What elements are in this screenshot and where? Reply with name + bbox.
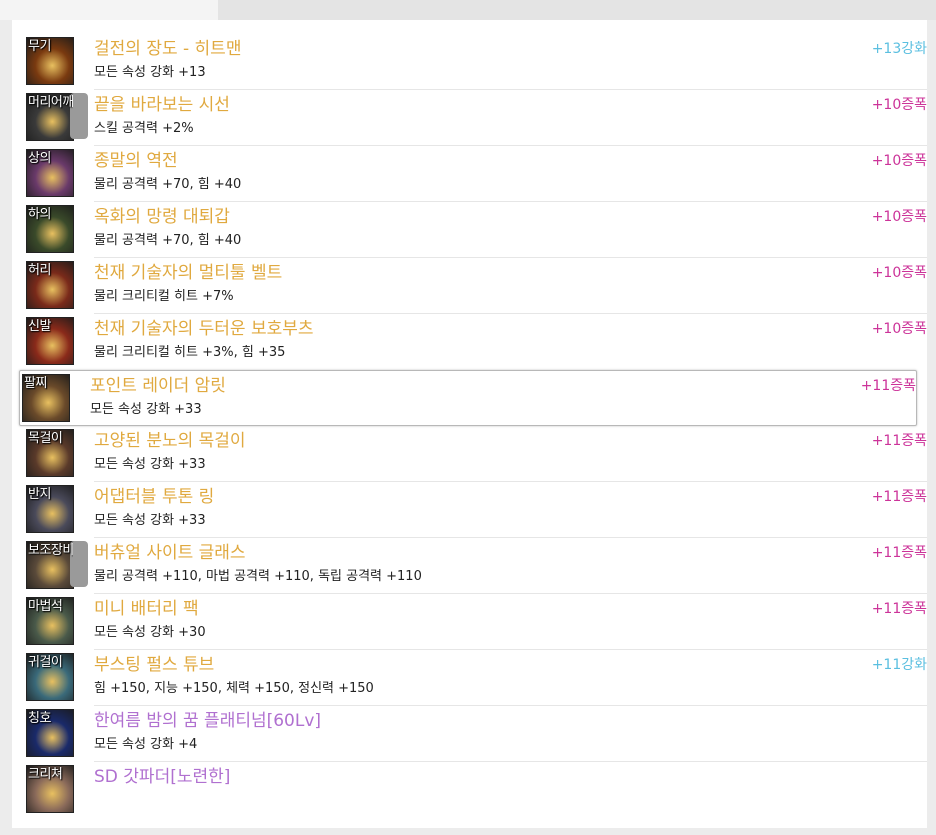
item-option: 물리 공격력 +70, 힘 +40 bbox=[94, 177, 242, 192]
slot-label: 귀걸이 bbox=[28, 655, 63, 670]
item-option: 모든 속성 강화 +33 bbox=[90, 402, 202, 417]
item-name[interactable]: 걸전의 장도 - 히트맨 bbox=[94, 38, 241, 60]
item-name[interactable]: 끝을 바라보는 시선 bbox=[94, 94, 230, 116]
item-option: 물리 공격력 +70, 힘 +40 bbox=[94, 233, 242, 248]
necklace-icon[interactable]: 목걸이 bbox=[26, 429, 74, 477]
item-name[interactable]: 천재 기술자의 멀티툴 벨트 bbox=[94, 262, 282, 284]
slot-label: 목걸이 bbox=[28, 431, 63, 446]
bracelet-icon[interactable]: 팔찌 bbox=[22, 374, 70, 422]
slot-label: 보조장비 bbox=[28, 543, 74, 558]
tab-equipment[interactable] bbox=[0, 0, 218, 20]
slot-label: 상의 bbox=[28, 151, 51, 166]
slot-label: 칭호 bbox=[28, 711, 51, 726]
equipment-row[interactable]: 반지 어댑터블 투톤 링모든 속성 강화 +33 +11증폭 bbox=[24, 482, 927, 538]
item-name[interactable]: SD 갓파더[노련한] bbox=[94, 766, 230, 788]
boots-icon[interactable]: 신발 bbox=[26, 317, 74, 365]
goggles-icon[interactable]: 보조장비 bbox=[26, 541, 74, 589]
item-option: 모든 속성 강화 +30 bbox=[94, 625, 206, 640]
item-name[interactable]: 버츄얼 사이트 글래스 bbox=[94, 542, 246, 564]
equipment-row[interactable]: 허리 천재 기술자의 멀티툴 벨트물리 크리티컬 히트 +7% +10증폭 bbox=[24, 258, 927, 314]
battery-icon[interactable]: 마법석 bbox=[26, 597, 74, 645]
equipment-row[interactable]: 상의 종말의 역전물리 공격력 +70, 힘 +40 +10증폭 bbox=[24, 146, 927, 202]
top-icon[interactable]: 상의 bbox=[26, 149, 74, 197]
slot-label: 허리 bbox=[28, 263, 51, 278]
item-name[interactable]: 고양된 분노의 목걸이 bbox=[94, 430, 246, 452]
item-option: 물리 크리티컬 히트 +7% bbox=[94, 289, 234, 304]
equipment-panel: 무기 걸전의 장도 - 히트맨모든 속성 강화 +13 +13강화머리어깨 끝을 바라… bbox=[12, 20, 927, 828]
amplify-badge: +10증폭 bbox=[871, 209, 927, 225]
item-option: 물리 크리티컬 히트 +3%, 힘 +35 bbox=[94, 345, 286, 360]
slot-label: 반지 bbox=[28, 487, 51, 502]
amplify-badge: +10증폭 bbox=[871, 265, 927, 281]
item-name[interactable]: 한여름 밤의 꿈 플래티넘[60Lv] bbox=[94, 710, 321, 732]
slot-label: 무기 bbox=[28, 39, 51, 54]
item-name[interactable]: 어댑터블 투톤 링 bbox=[94, 486, 214, 508]
item-option: 물리 공격력 +110, 마법 공격력 +110, 독립 공격력 +110 bbox=[94, 569, 422, 584]
ring-icon[interactable]: 반지 bbox=[26, 485, 74, 533]
weapon-icon[interactable]: 무기 bbox=[26, 37, 74, 85]
item-option: 모든 속성 강화 +4 bbox=[94, 737, 198, 752]
amplify-badge: +10증폭 bbox=[871, 321, 927, 337]
slot-label: 마법석 bbox=[28, 599, 63, 614]
equipment-row[interactable]: 팔찌 포인트 레이더 암릿모든 속성 강화 +33 +11증폭 bbox=[19, 370, 917, 426]
shoulder-icon[interactable]: 머리어깨 bbox=[26, 93, 74, 141]
item-name[interactable]: 종말의 역전 bbox=[94, 150, 178, 172]
creature-icon[interactable]: 크리쳐 bbox=[26, 765, 74, 813]
amplify-badge: +10증폭 bbox=[871, 153, 927, 169]
amplify-badge: +11증폭 bbox=[871, 545, 927, 561]
equipment-row[interactable]: 귀걸이 부스팅 펄스 튜브힘 +150, 지능 +150, 체력 +150, 정신… bbox=[24, 650, 927, 706]
pants-icon[interactable]: 하의 bbox=[26, 205, 74, 253]
amplify-badge: +11증폭 bbox=[871, 489, 927, 505]
equipment-row[interactable]: 하의 옥화의 망령 대퇴갑물리 공격력 +70, 힘 +40 +10증폭 bbox=[24, 202, 927, 258]
item-option: 힘 +150, 지능 +150, 체력 +150, 정신력 +150 bbox=[94, 681, 374, 696]
amplify-badge: +11증폭 bbox=[871, 601, 927, 617]
amplify-badge: +11증폭 bbox=[871, 433, 927, 449]
earring-icon[interactable]: 귀걸이 bbox=[26, 653, 74, 701]
enhance-badge: +13강화 bbox=[871, 41, 927, 57]
equipment-row[interactable]: 신발 천재 기술자의 두터운 보호부츠물리 크리티컬 히트 +3%, 힘 +35 +… bbox=[24, 314, 927, 370]
amplify-badge: +10증폭 bbox=[871, 97, 927, 113]
equipment-row[interactable]: 마법석 미니 배터리 팩모든 속성 강화 +30 +11증폭 bbox=[24, 594, 927, 650]
equipment-row[interactable]: 크리쳐 SD 갓파더[노련한] bbox=[24, 762, 927, 818]
amplify-badge: +11증폭 bbox=[860, 378, 916, 394]
item-option: 모든 속성 강화 +33 bbox=[94, 513, 206, 528]
item-name[interactable]: 옥화의 망령 대퇴갑 bbox=[94, 206, 230, 228]
item-option: 스킬 공격력 +2% bbox=[94, 121, 194, 136]
item-name[interactable]: 미니 배터리 팩 bbox=[94, 598, 199, 620]
equipment-row[interactable]: 무기 걸전의 장도 - 히트맨모든 속성 강화 +13 +13강화 bbox=[24, 34, 927, 90]
item-option: 모든 속성 강화 +13 bbox=[94, 65, 206, 80]
slot-label: 크리쳐 bbox=[28, 767, 63, 782]
item-name[interactable]: 부스팅 펄스 튜브 bbox=[94, 654, 214, 676]
equipment-row[interactable]: 칭호 한여름 밤의 꿈 플래티넘[60Lv] 모든 속성 강화 +4 bbox=[24, 706, 927, 762]
item-name[interactable]: 포인트 레이더 암릿 bbox=[90, 375, 226, 397]
enhance-badge: +11강화 bbox=[871, 657, 927, 673]
slot-label: 머리어깨 bbox=[28, 95, 74, 110]
equipment-row[interactable]: 머리어깨 끝을 바라보는 시선스킬 공격력 +2% +10증폭 bbox=[24, 90, 927, 146]
tab-bar bbox=[0, 0, 936, 20]
equipment-row[interactable]: 보조장비 버츄얼 사이트 글래스물리 공격력 +110, 마법 공격력 +110,… bbox=[24, 538, 927, 594]
slot-label: 하의 bbox=[28, 207, 51, 222]
item-option: 모든 속성 강화 +33 bbox=[94, 457, 206, 472]
slot-label: 팔찌 bbox=[24, 376, 47, 391]
title-icon[interactable]: 칭호 bbox=[26, 709, 74, 757]
belt-icon[interactable]: 허리 bbox=[26, 261, 74, 309]
equipment-row[interactable]: 목걸이 고양된 분노의 목걸이모든 속성 강화 +33 +11증폭 bbox=[24, 426, 927, 482]
slot-label: 신발 bbox=[28, 319, 51, 334]
item-name[interactable]: 천재 기술자의 두터운 보호부츠 bbox=[94, 318, 314, 340]
